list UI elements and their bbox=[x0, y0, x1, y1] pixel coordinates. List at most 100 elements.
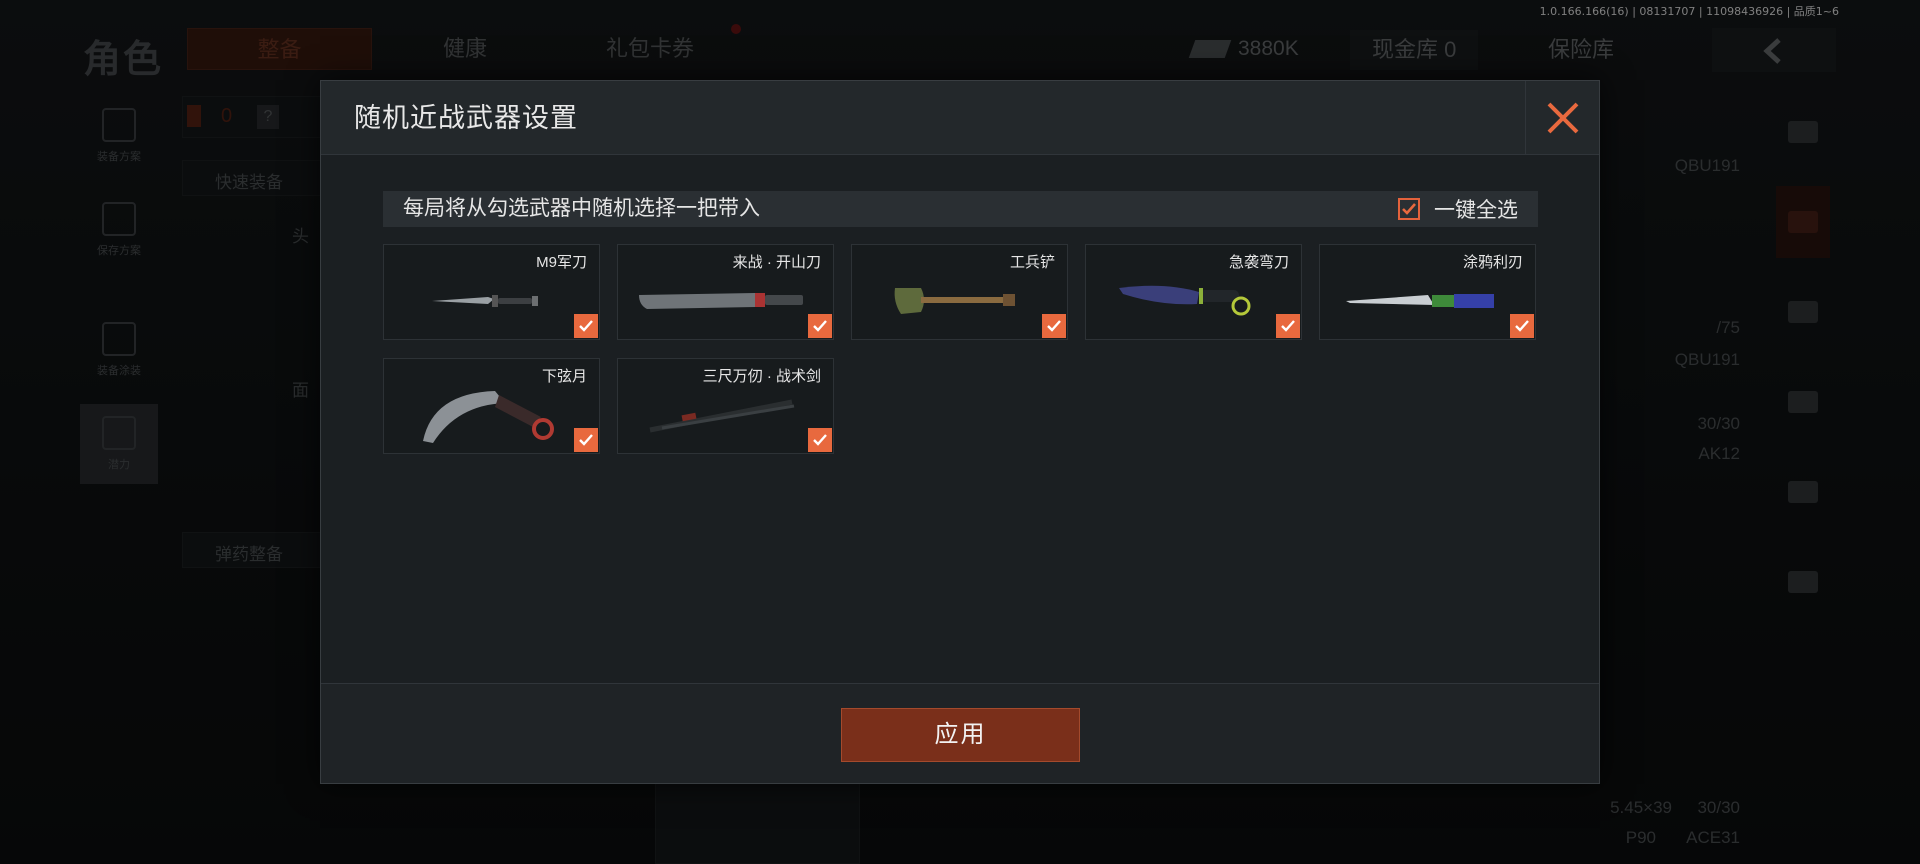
weapon-checkbox[interactable] bbox=[1276, 314, 1300, 338]
nav-skin[interactable]: 装备涂装 bbox=[80, 310, 158, 390]
weapon-name: QBU191 bbox=[1674, 156, 1740, 175]
checkmark-icon bbox=[813, 434, 827, 446]
weapon-card-tactical-sword[interactable]: 三尺万仞 · 战术剑 bbox=[617, 358, 834, 454]
rail-item-magazine[interactable] bbox=[1776, 456, 1830, 528]
top-bar: 角色 整备 健康 礼包卡券 3880K 现金库 0 保险库 bbox=[0, 20, 1920, 81]
quick-equip-button[interactable]: 快速装备 bbox=[182, 160, 322, 196]
mask-icon bbox=[1788, 301, 1818, 323]
weapon-checkbox[interactable] bbox=[1510, 314, 1534, 338]
quick-equip-label: 快速装备 bbox=[215, 173, 283, 192]
weapon-card-graffiti-knife[interactable]: 涂鸦利刃 bbox=[1319, 244, 1536, 340]
currency-amount: 3880K bbox=[1238, 37, 1299, 60]
vest-icon bbox=[102, 108, 136, 142]
select-all-checkbox[interactable] bbox=[1398, 198, 1420, 220]
face-slot-label: 面 bbox=[292, 381, 309, 400]
nav-label: 装备涂装 bbox=[97, 365, 141, 377]
dialog-footer: 应用 bbox=[321, 683, 1599, 783]
caliber-label: 5.45×39 bbox=[1610, 798, 1672, 817]
nav-potential[interactable]: 潜力 bbox=[80, 404, 158, 484]
checkmark-icon bbox=[1515, 320, 1529, 332]
melee-slot[interactable] bbox=[655, 780, 860, 864]
rail-item-grenade[interactable] bbox=[1776, 546, 1830, 618]
banknote-icon bbox=[1188, 40, 1232, 58]
checkmark-icon bbox=[579, 320, 593, 332]
ammo-count: 30/30 bbox=[1697, 414, 1740, 433]
weapon-card-m9[interactable]: M9军刀 bbox=[383, 244, 600, 340]
weapon-checkbox[interactable] bbox=[808, 314, 832, 338]
curved-blade-icon bbox=[1104, 267, 1276, 333]
nav-save-plan[interactable]: 保存方案 bbox=[80, 190, 158, 270]
karambit-icon bbox=[402, 381, 574, 447]
tab-health[interactable]: 健康 bbox=[410, 28, 520, 70]
helmet-icon bbox=[1788, 211, 1818, 233]
melee-random-settings-dialog: 随机近战武器设置 每局将从勾选武器中随机选择一把带入 一键全选 M9军刀 来战 … bbox=[320, 80, 1600, 784]
weapon-card-machete[interactable]: 来战 · 开山刀 bbox=[617, 244, 834, 340]
select-all-toggle[interactable]: 一键全选 bbox=[1398, 191, 1518, 227]
left-nav: 装备方案 保存方案 装备涂装 潜力 bbox=[80, 96, 158, 498]
select-all-label: 一键全选 bbox=[1434, 199, 1518, 222]
checkmark-icon bbox=[1402, 203, 1416, 215]
notification-dot bbox=[731, 24, 741, 34]
weapon-name: ACE31 bbox=[1686, 828, 1740, 847]
potential-icon bbox=[102, 416, 136, 450]
weapon-card-karambit[interactable]: 下弦月 bbox=[383, 358, 600, 454]
ammo-count: /75 bbox=[1716, 318, 1740, 337]
checkmark-icon bbox=[579, 434, 593, 446]
grenade-icon bbox=[1788, 571, 1818, 593]
rail-item-helmet[interactable] bbox=[1776, 186, 1830, 258]
ammo-equip-label: 弹药整备 bbox=[215, 545, 283, 564]
dialog-header: 随机近战武器设置 bbox=[321, 81, 1599, 155]
apply-button[interactable]: 应用 bbox=[841, 708, 1080, 762]
combat-knife-icon bbox=[402, 267, 574, 333]
dialog-title: 随机近战武器设置 bbox=[354, 103, 578, 133]
loadout-count-bar: 0 ? bbox=[182, 96, 322, 138]
head-slot-label: 头 bbox=[292, 227, 309, 246]
shovel-icon bbox=[870, 267, 1042, 333]
checkmark-icon bbox=[1281, 320, 1295, 332]
right-rail bbox=[1776, 96, 1830, 636]
checkmark-icon bbox=[813, 320, 827, 332]
weapon-card-curved-blade[interactable]: 急袭弯刀 bbox=[1085, 244, 1302, 340]
cash-vault-button[interactable]: 现金库 0 bbox=[1350, 30, 1479, 70]
tactical-sword-icon bbox=[636, 381, 808, 447]
weapon-checkbox[interactable] bbox=[808, 428, 832, 452]
count-badge: 0 bbox=[221, 105, 233, 127]
download-icon bbox=[102, 202, 136, 236]
bag-icon bbox=[187, 105, 201, 127]
weapon-name: QBU191 bbox=[1674, 350, 1740, 369]
tab-equip[interactable]: 整备 bbox=[187, 28, 372, 70]
checkmark-icon bbox=[1047, 320, 1061, 332]
page-title: 角色 bbox=[83, 39, 164, 81]
close-button[interactable] bbox=[1525, 81, 1599, 155]
safe-vault-button[interactable]: 保险库 bbox=[1524, 30, 1638, 70]
rail-item-stack[interactable] bbox=[1776, 96, 1830, 168]
nav-label: 潜力 bbox=[108, 459, 130, 471]
weapon-checkbox[interactable] bbox=[574, 428, 598, 452]
instruction-text: 每局将从勾选武器中随机选择一把带入 bbox=[403, 197, 760, 220]
currency-display: 3880K bbox=[1188, 30, 1299, 68]
machete-icon bbox=[636, 267, 808, 333]
weapon-name: P90 bbox=[1625, 828, 1656, 847]
graffiti-knife-icon bbox=[1338, 267, 1510, 333]
magazine-icon bbox=[1788, 481, 1818, 503]
weapon-card-shovel[interactable]: 工兵铲 bbox=[851, 244, 1068, 340]
instruction-bar: 每局将从勾选武器中随机选择一把带入 一键全选 bbox=[383, 191, 1538, 227]
helmet-icon bbox=[102, 322, 136, 356]
tab-gift-cards[interactable]: 礼包卡券 bbox=[575, 28, 725, 70]
version-string: 1.0.166.166(16) | 08131707 | 11098436926… bbox=[1539, 5, 1839, 18]
rail-item-mask[interactable] bbox=[1776, 276, 1830, 348]
weapon-checkbox[interactable] bbox=[574, 314, 598, 338]
rail-item-rifle[interactable] bbox=[1776, 366, 1830, 438]
back-button[interactable] bbox=[1712, 28, 1836, 72]
nav-loadout-plan[interactable]: 装备方案 bbox=[80, 96, 158, 176]
close-icon bbox=[1547, 102, 1578, 134]
help-button[interactable]: ? bbox=[257, 105, 279, 129]
rifle-icon bbox=[1788, 391, 1818, 413]
ammo-equip-button[interactable]: 弹药整备 bbox=[182, 532, 322, 568]
nav-label: 保存方案 bbox=[97, 245, 141, 257]
weapon-name: AK12 bbox=[1698, 444, 1740, 463]
stack-icon bbox=[1788, 121, 1818, 143]
weapon-checkbox[interactable] bbox=[1042, 314, 1066, 338]
nav-label: 装备方案 bbox=[97, 151, 141, 163]
chevron-left-icon bbox=[1763, 38, 1781, 64]
